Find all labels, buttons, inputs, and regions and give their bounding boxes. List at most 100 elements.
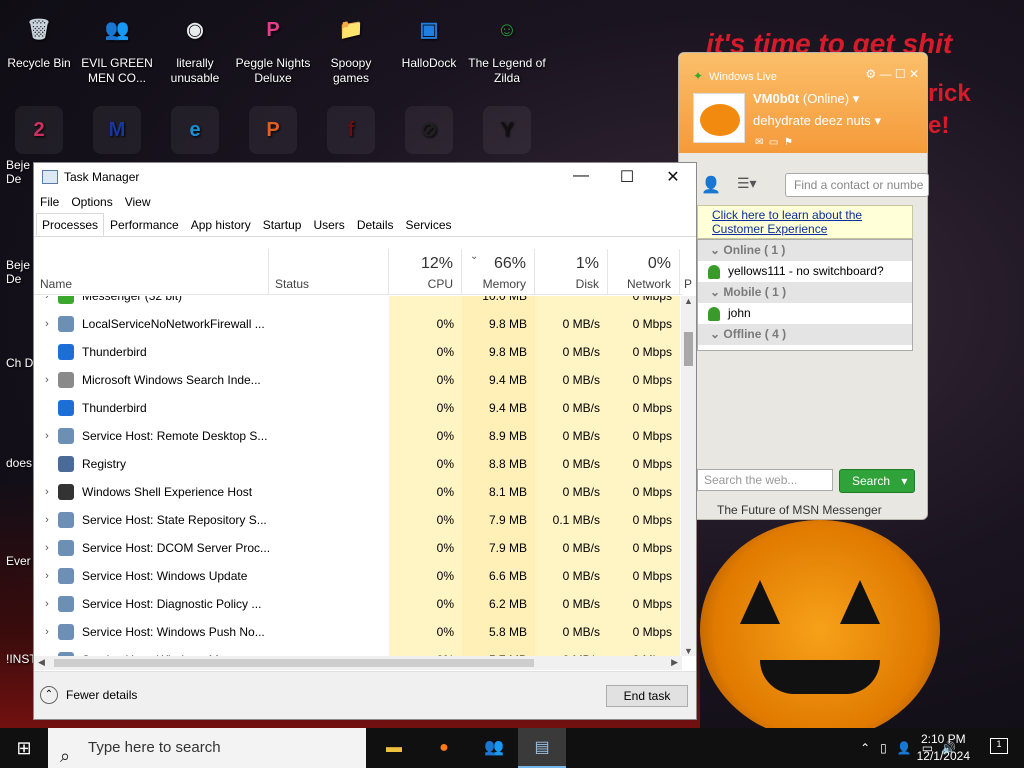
- tab-performance[interactable]: Performance: [104, 213, 185, 236]
- messenger-quick-icons[interactable]: ✉ ▭ ⚑: [755, 137, 793, 148]
- vertical-scrollbar[interactable]: ▲ ▼: [681, 296, 696, 656]
- end-task-button[interactable]: End task: [606, 685, 688, 707]
- desktop-icon[interactable]: P: [234, 106, 312, 156]
- scroll-thumb[interactable]: [684, 332, 693, 366]
- tab-app-history[interactable]: App history: [185, 213, 257, 236]
- table-row[interactable]: › Service Host: Remote Desktop S... 0% 8.9 …: [34, 422, 682, 450]
- file-explorer-icon[interactable]: ▬: [370, 728, 418, 768]
- expand-chevron-icon[interactable]: ›: [36, 598, 58, 610]
- display-picture[interactable]: [693, 93, 745, 143]
- tab-users[interactable]: Users: [307, 213, 350, 236]
- scroll-up-icon[interactable]: ▲: [684, 296, 693, 306]
- view-options-icon[interactable]: ☰▾: [737, 175, 757, 192]
- menu-view[interactable]: View: [125, 195, 151, 209]
- close-button[interactable]: ✕: [650, 167, 696, 187]
- add-contact-icon[interactable]: 👤: [701, 175, 721, 195]
- messenger-window-controls[interactable]: ⚙ — ☐ ✕: [865, 67, 919, 81]
- taskbar-search-box[interactable]: ⌕ Type here to search: [48, 728, 366, 768]
- messenger-tray-icon[interactable]: 👤: [897, 741, 912, 755]
- table-row[interactable]: › Service Host: Diagnostic Policy ... 0% 6.…: [34, 590, 682, 618]
- desktop-icon[interactable]: 📁 Spoopy games: [312, 6, 390, 86]
- expand-chevron-icon[interactable]: ›: [36, 570, 58, 582]
- contact-list[interactable]: ⌄ Online ( 1 ) yellows111 - no switchboa…: [697, 239, 913, 351]
- expand-chevron-icon[interactable]: ›: [36, 514, 58, 526]
- chevron-down-icon[interactable]: ▾: [901, 474, 907, 488]
- desktop-icon[interactable]: 2: [0, 106, 78, 156]
- clock[interactable]: 2:10 PM 12/1/2024: [917, 731, 970, 765]
- table-row[interactable]: Registry 0% 8.8 MB 0 MB/s 0 Mbps: [34, 450, 682, 478]
- group-mobile[interactable]: ⌄ Mobile ( 1 ): [698, 282, 912, 303]
- process-list[interactable]: › Messenger (32 bit) 10.0 MB 0 Mbps › LocalSe…: [34, 296, 682, 656]
- web-search-button[interactable]: Search ▾: [839, 469, 915, 493]
- col-disk[interactable]: 1% Disk: [535, 249, 608, 295]
- expand-chevron-icon[interactable]: ›: [36, 430, 58, 442]
- table-row[interactable]: Thunderbird 0% 9.8 MB 0 MB/s 0 Mbps: [34, 338, 682, 366]
- h-scroll-thumb[interactable]: [54, 659, 534, 667]
- desktop-icon[interactable]: 🗑 Recycle Bin: [0, 6, 78, 71]
- expand-chevron-icon[interactable]: ›: [36, 374, 58, 386]
- desktop-icon[interactable]: M: [78, 106, 156, 156]
- col-status[interactable]: Status: [269, 249, 389, 295]
- group-offline[interactable]: ⌄ Offline ( 4 ): [698, 324, 912, 345]
- expand-chevron-icon[interactable]: ›: [36, 318, 58, 330]
- table-row[interactable]: › LocalServiceNoNetworkFirewall ... 0% 9.8 …: [34, 310, 682, 338]
- tab-details[interactable]: Details: [351, 213, 400, 236]
- table-row[interactable]: ›Service Host: Windows M...0%5.7 MB0 MB/…: [34, 646, 682, 656]
- display-name-row[interactable]: VM0b0t (Online) ▾: [753, 91, 859, 107]
- task-manager-window[interactable]: Task Manager — ☐ ✕ File Options View Pro…: [33, 162, 697, 720]
- find-contact-input[interactable]: Find a contact or numbe: [785, 173, 929, 197]
- scroll-right-icon[interactable]: ▶: [671, 657, 678, 668]
- desktop-icon[interactable]: Y: [468, 106, 546, 156]
- col-memory[interactable]: ⌄ 66% Memory: [462, 249, 535, 295]
- device-icon[interactable]: ▯: [880, 741, 887, 755]
- desktop-icon[interactable]: ◉ literally unusable: [156, 6, 234, 86]
- desktop-icon[interactable]: f: [312, 106, 390, 156]
- contact-item[interactable]: yellows111 - no switchboard?: [698, 261, 912, 282]
- expand-chevron-icon[interactable]: ›: [36, 486, 58, 498]
- menu-options[interactable]: Options: [71, 195, 112, 209]
- table-row[interactable]: › Microsoft Windows Search Inde... 0% 9.4 M…: [34, 366, 682, 394]
- tab-services[interactable]: Services: [400, 213, 458, 236]
- notification-icon[interactable]: 1: [990, 738, 1008, 754]
- fewer-details-button[interactable]: ⌃ Fewer details: [40, 686, 137, 704]
- table-row[interactable]: › Service Host: Windows Update 0% 6.6 MB 0 M…: [34, 562, 682, 590]
- table-row[interactable]: › Service Host: Windows Push No... 0% 5.8 M…: [34, 618, 682, 646]
- expand-chevron-icon[interactable]: ›: [36, 542, 58, 554]
- col-name[interactable]: Name: [34, 249, 269, 295]
- chevron-up-icon[interactable]: ⌃: [860, 741, 870, 755]
- horizontal-scrollbar[interactable]: ◀ ▶: [34, 656, 682, 670]
- table-row[interactable]: Thunderbird 0% 9.4 MB 0 MB/s 0 Mbps: [34, 394, 682, 422]
- col-network[interactable]: 0% Network: [608, 249, 680, 295]
- desktop-icon[interactable]: 👥 EVIL GREEN MEN CO...: [78, 6, 156, 86]
- contact-item[interactable]: john: [698, 303, 912, 324]
- col-power[interactable]: P: [680, 249, 692, 295]
- customer-experience-link[interactable]: Click here to learn about the Customer E…: [697, 205, 913, 239]
- table-row[interactable]: › Messenger (32 bit) 10.0 MB 0 Mbps: [34, 296, 682, 310]
- messenger-taskbar-icon[interactable]: 👥: [470, 728, 518, 768]
- windows-start-icon[interactable]: ⊞: [0, 728, 48, 768]
- expand-chevron-icon[interactable]: ›: [36, 626, 58, 638]
- expand-chevron-icon[interactable]: ›: [36, 296, 58, 302]
- desktop-icon[interactable]: ☺ The Legend of Zilda: [468, 6, 546, 86]
- desktop-icon[interactable]: ⊘: [390, 106, 468, 156]
- table-row[interactable]: › Service Host: DCOM Server Proc... 0% 7.9 …: [34, 534, 682, 562]
- tab-startup[interactable]: Startup: [257, 213, 308, 236]
- group-online[interactable]: ⌄ Online ( 1 ): [698, 240, 912, 261]
- tab-processes[interactable]: Processes: [36, 213, 105, 236]
- minimize-button[interactable]: —: [558, 167, 604, 187]
- table-row[interactable]: › Windows Shell Experience Host 0% 8.1 MB 0 …: [34, 478, 682, 506]
- scroll-down-icon[interactable]: ▼: [684, 646, 693, 656]
- firefox-icon[interactable]: ●: [420, 728, 468, 768]
- messenger-window[interactable]: ✦ Windows Live ⚙ — ☐ ✕ VM0b0t (Online) ▾…: [678, 52, 929, 520]
- task-manager-taskbar-icon[interactable]: ▤: [518, 728, 566, 768]
- maximize-button[interactable]: ☐: [604, 167, 650, 187]
- col-cpu[interactable]: 12% CPU: [389, 249, 462, 295]
- desktop-icon[interactable]: e: [156, 106, 234, 156]
- title-bar[interactable]: Task Manager — ☐ ✕: [34, 163, 696, 191]
- desktop-icon[interactable]: P Peggle Nights Deluxe: [234, 6, 312, 86]
- desktop-icon[interactable]: ▣ HalloDock: [390, 6, 468, 71]
- scroll-left-icon[interactable]: ◀: [38, 657, 45, 668]
- personal-message[interactable]: dehydrate deez nuts ▾: [753, 113, 881, 129]
- table-row[interactable]: › Service Host: State Repository S... 0% 7.…: [34, 506, 682, 534]
- web-search-input[interactable]: Search the web...: [697, 469, 833, 491]
